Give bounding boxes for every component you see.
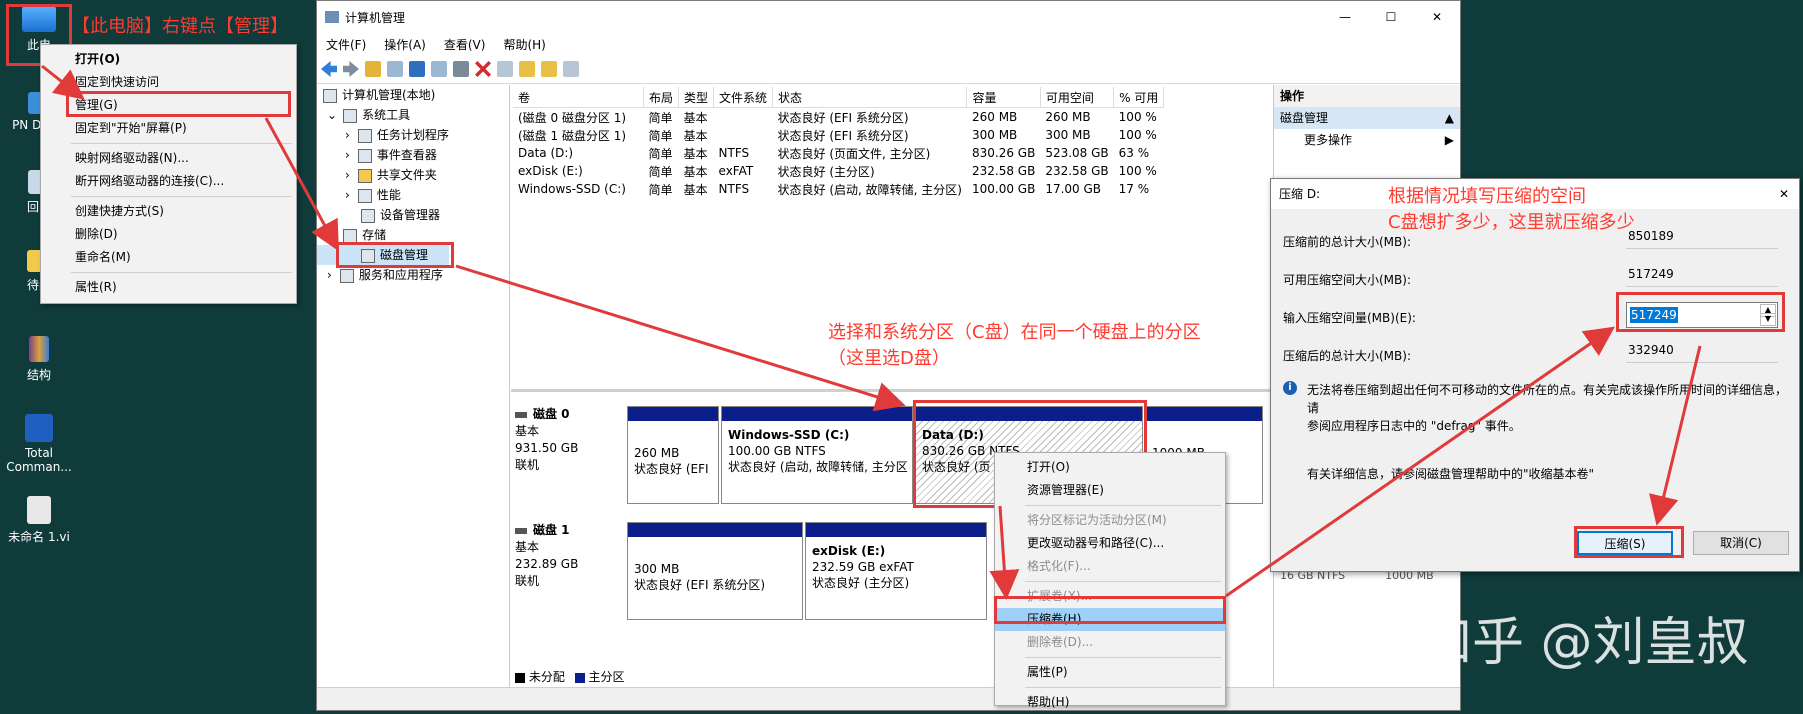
arrow-to-shrink-input [1225,326,1615,598]
arrow-to-disk-management [264,117,339,252]
arrow-to-shrink-volume [989,505,1020,600]
watermark: 知乎 @刘皇叔 [1420,613,1749,673]
arrow-to-manage [41,64,85,100]
arrow-to-shrink-button [1649,345,1702,526]
arrow-to-partition-d [455,264,906,412]
